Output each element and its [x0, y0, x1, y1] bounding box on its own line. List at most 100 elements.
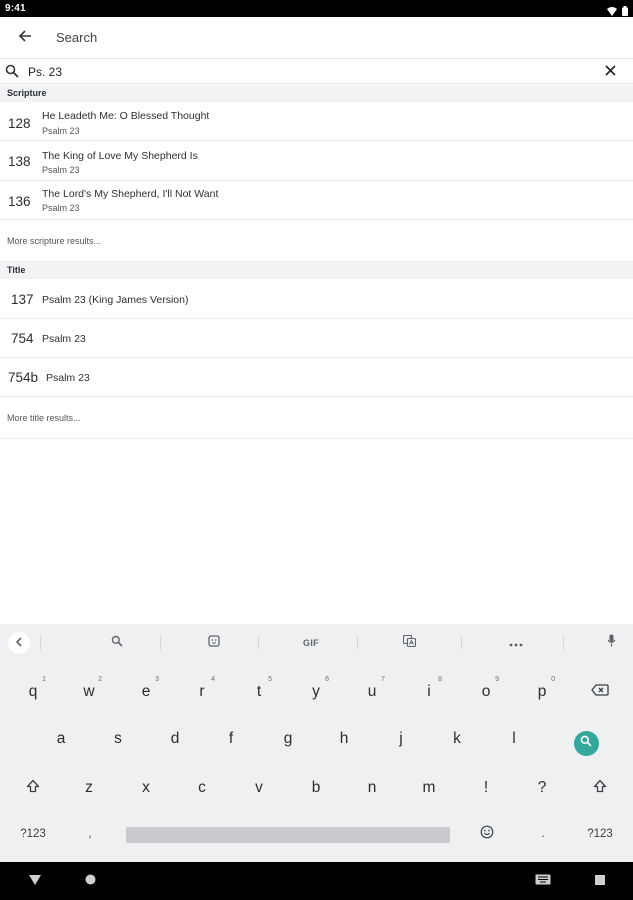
- keyboard-switch-icon: [535, 872, 551, 890]
- hymn-number: 136: [8, 194, 31, 209]
- more-title-results-link[interactable]: More title results...: [0, 397, 633, 439]
- key-x[interactable]: x: [122, 768, 170, 808]
- back-button[interactable]: [12, 26, 38, 50]
- translate-icon: [402, 634, 416, 652]
- status-bar: 9:41: [0, 0, 633, 17]
- result-subtitle: Psalm 23: [42, 126, 80, 136]
- key-exclamation[interactable]: !: [462, 768, 510, 808]
- navigation-bar: [0, 862, 633, 900]
- key-v[interactable]: v: [235, 768, 283, 808]
- period-key[interactable]: .: [519, 814, 567, 854]
- key-c[interactable]: c: [178, 768, 226, 808]
- shift-key[interactable]: [9, 768, 57, 808]
- key-label: r: [199, 683, 205, 700]
- key-label: ?123: [587, 828, 613, 840]
- key-f[interactable]: f: [207, 719, 255, 759]
- key-label: o: [481, 683, 491, 700]
- key-u[interactable]: u7: [348, 672, 396, 712]
- gif-button[interactable]: GIF: [298, 633, 324, 653]
- key-label: z: [85, 779, 93, 796]
- key-j[interactable]: j: [377, 719, 425, 759]
- key-t[interactable]: t5: [235, 672, 283, 712]
- key-m[interactable]: m: [405, 768, 453, 808]
- gif-label: GIF: [303, 638, 319, 648]
- sticker-button[interactable]: [205, 633, 223, 653]
- result-row[interactable]: 137 Psalm 23 (King James Version): [0, 280, 633, 319]
- voice-input-button[interactable]: [603, 633, 619, 653]
- result-row[interactable]: 754b Psalm 23: [0, 358, 633, 397]
- key-w[interactable]: w2: [65, 672, 113, 712]
- key-label: n: [367, 779, 377, 796]
- key-label: y: [312, 683, 320, 700]
- key-s[interactable]: s: [94, 719, 142, 759]
- key-l[interactable]: l: [490, 719, 538, 759]
- key-hint: 4: [211, 676, 215, 683]
- keyboard-collapse-button[interactable]: [8, 632, 30, 654]
- key-q[interactable]: q1: [9, 672, 57, 712]
- nav-home-button[interactable]: [81, 873, 99, 889]
- symbols-key-right[interactable]: ?123: [576, 814, 624, 854]
- key-g[interactable]: g: [264, 719, 312, 759]
- key-hint: 8: [438, 676, 442, 683]
- more-options-button[interactable]: [506, 633, 526, 653]
- nav-recents-button[interactable]: [591, 873, 609, 889]
- key-h[interactable]: h: [320, 719, 368, 759]
- space-bar[interactable]: [126, 827, 450, 843]
- key-label: s: [114, 730, 122, 747]
- toolbar-divider: [160, 635, 161, 650]
- hymn-number: 754b: [8, 370, 39, 385]
- key-label: u: [367, 683, 377, 700]
- result-row[interactable]: 138 The King of Love My Shepherd Is Psal…: [0, 142, 633, 181]
- result-row[interactable]: 754 Psalm 23: [0, 319, 633, 358]
- key-k[interactable]: k: [433, 719, 481, 759]
- result-row[interactable]: 136 The Lord's My Shepherd, I'll Not Wan…: [0, 181, 633, 220]
- shift-key-right[interactable]: [576, 768, 624, 808]
- key-z[interactable]: z: [65, 768, 113, 808]
- emoji-key[interactable]: [463, 814, 511, 854]
- result-row[interactable]: 128 He Leadeth Me: O Blessed Thought Psa…: [0, 102, 633, 141]
- key-e[interactable]: e3: [122, 672, 170, 712]
- result-subtitle: Psalm 23: [42, 165, 80, 175]
- home-circle-icon: [85, 872, 96, 890]
- key-y[interactable]: y6: [292, 672, 340, 712]
- status-time: 9:41: [5, 3, 26, 14]
- key-hint: 5: [268, 676, 272, 683]
- key-hint: 3: [155, 676, 159, 683]
- key-label: p: [537, 683, 547, 700]
- key-i[interactable]: i8: [405, 672, 453, 712]
- translate-button[interactable]: [400, 633, 418, 653]
- more-scripture-results-link[interactable]: More scripture results...: [0, 220, 633, 262]
- backspace-key[interactable]: [576, 672, 624, 712]
- key-p[interactable]: p0: [518, 672, 566, 712]
- recents-square-icon: [595, 872, 605, 890]
- search-input[interactable]: [28, 62, 588, 82]
- comma-key[interactable]: ,: [66, 814, 114, 854]
- backspace-icon: [591, 683, 609, 701]
- key-a[interactable]: a: [37, 719, 85, 759]
- toolbar-divider: [461, 635, 462, 650]
- key-hint: 2: [98, 676, 102, 683]
- search-action-key[interactable]: [562, 723, 610, 763]
- toolbar-divider: [258, 635, 259, 650]
- key-label: v: [255, 779, 263, 796]
- keyboard-search-button[interactable]: [108, 633, 126, 653]
- key-b[interactable]: b: [292, 768, 340, 808]
- toolbar-divider: [357, 635, 358, 650]
- nav-back-button[interactable]: [26, 873, 44, 889]
- key-label: h: [339, 730, 349, 747]
- chevron-left-icon: [15, 634, 23, 652]
- key-label: k: [453, 730, 461, 747]
- symbols-key[interactable]: ?123: [9, 814, 57, 854]
- key-r[interactable]: r4: [178, 672, 226, 712]
- clear-search-button[interactable]: [601, 63, 619, 81]
- shift-icon: [26, 779, 40, 798]
- key-label: ,: [88, 828, 92, 840]
- key-o[interactable]: o9: [462, 672, 510, 712]
- key-d[interactable]: d: [151, 719, 199, 759]
- hymn-number: 138: [8, 154, 31, 169]
- key-n[interactable]: n: [348, 768, 396, 808]
- key-question[interactable]: ?: [518, 768, 566, 808]
- key-label: w: [83, 683, 95, 700]
- keyboard-switch-button[interactable]: [534, 873, 552, 889]
- result-title: The Lord's My Shepherd, I'll Not Want: [42, 188, 219, 200]
